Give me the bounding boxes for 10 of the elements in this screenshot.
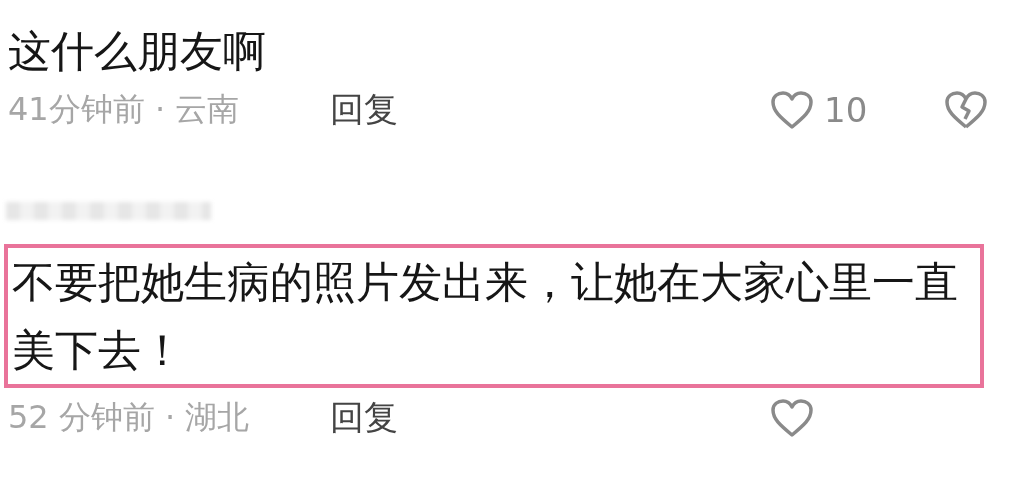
comment-time: 52 分钟前 · 湖北 bbox=[8, 397, 251, 438]
comment-text: 不要把她生病的照片发出来，让她在大家心里一直美下去！ bbox=[4, 244, 984, 388]
comment-text: 这什么朋友啊 bbox=[7, 25, 267, 78]
like-heart-icon[interactable] bbox=[770, 398, 814, 438]
like-heart-icon[interactable] bbox=[770, 90, 814, 130]
reply-button[interactable]: 回复 bbox=[330, 395, 398, 441]
comment-time: 41分钟前 · 云南 bbox=[8, 89, 241, 130]
broken-heart-icon[interactable] bbox=[944, 90, 988, 130]
reply-button[interactable]: 回复 bbox=[330, 87, 398, 133]
like-count: 10 bbox=[824, 90, 869, 130]
